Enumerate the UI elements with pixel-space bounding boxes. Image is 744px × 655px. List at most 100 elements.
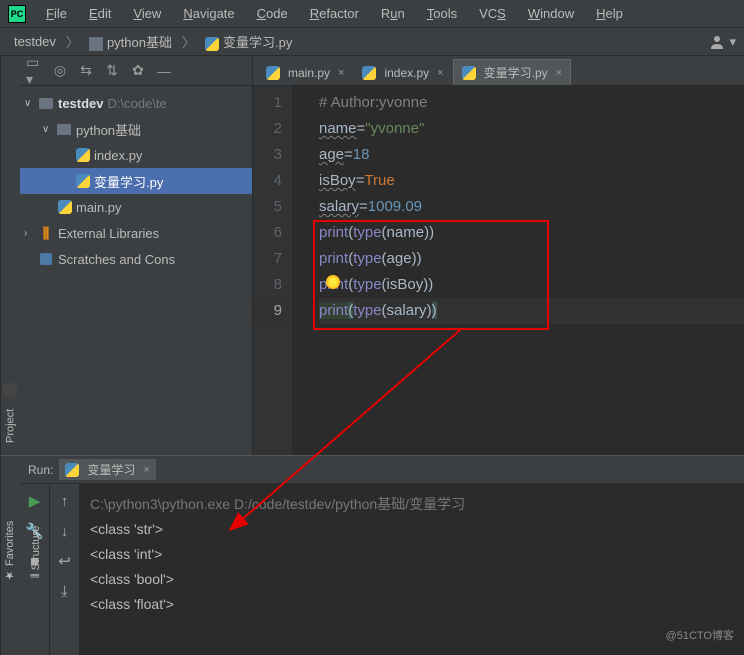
line-number: 1 — [253, 90, 282, 116]
line-number: 7 — [253, 246, 282, 272]
settings-icon[interactable]: ✿ — [130, 63, 146, 79]
close-icon[interactable]: × — [556, 67, 562, 79]
run-config-tab[interactable]: 变量学习 × — [59, 459, 155, 480]
menu-run[interactable]: Run — [371, 3, 415, 24]
menu-refactor[interactable]: Refactor — [300, 3, 369, 24]
menu-vcs[interactable]: VCS — [469, 3, 516, 24]
tree-external-libraries[interactable]: › ⫼ External Libraries — [20, 220, 252, 246]
tree-project-root[interactable]: ∨ testdev D:\code\te — [20, 90, 252, 116]
file-name: 变量学习.py — [94, 172, 163, 191]
collapse-icon[interactable]: ⇅ — [104, 63, 120, 79]
menu-tools[interactable]: Tools — [417, 3, 467, 24]
tree-folder[interactable]: ∨ python基础 — [20, 116, 252, 142]
python-file-icon — [462, 66, 476, 80]
library-icon: ⫼ — [38, 225, 54, 241]
menu-view[interactable]: View — [123, 3, 171, 24]
editor-tab-current[interactable]: 变量学习.py × — [453, 59, 571, 85]
run-button[interactable]: ▶ — [26, 492, 44, 510]
editor-tabs: main.py × index.py × 变量学习.py × — [253, 56, 744, 86]
tab-label: index.py — [384, 66, 429, 80]
expand-arrow-icon[interactable]: ∨ — [24, 98, 38, 109]
user-icon — [709, 34, 725, 50]
menu-navigate[interactable]: Navigate — [173, 3, 244, 24]
run-toolbar-secondary: ↑ ↓ ↩ ⤓ — [50, 484, 80, 655]
project-tool-tab[interactable]: Project — [3, 405, 19, 447]
python-file-icon — [205, 37, 219, 51]
breadcrumb-sep: 〉 — [182, 32, 195, 51]
python-file-icon — [65, 463, 79, 477]
tree-scratches[interactable]: Scratches and Cons — [20, 246, 252, 272]
breadcrumb-sep: 〉 — [66, 32, 79, 51]
expand-icon[interactable]: ⇆ — [78, 63, 94, 79]
menu-help[interactable]: Help — [586, 3, 633, 24]
menu-window[interactable]: Window — [518, 3, 584, 24]
menu-file[interactable]: File — [36, 3, 77, 24]
file-name: main.py — [76, 200, 122, 215]
close-icon[interactable]: × — [338, 67, 344, 79]
app-icon: PC — [8, 5, 26, 23]
intention-bulb-icon[interactable] — [326, 275, 340, 289]
tab-label: main.py — [288, 66, 330, 80]
project-strip-icon — [4, 383, 18, 397]
file-name: index.py — [94, 148, 142, 163]
favorites-tool-tab[interactable]: ★ Favorites — [1, 517, 18, 586]
tab-label: 变量学习.py — [484, 64, 548, 81]
line-number: 4 — [253, 168, 282, 194]
editor-tab-index[interactable]: index.py × — [353, 59, 452, 85]
dropdown-icon: ▾ — [729, 34, 736, 50]
view-mode-dropdown[interactable]: ▭ ▾ — [26, 63, 42, 79]
close-icon[interactable]: × — [437, 67, 443, 79]
close-icon[interactable]: × — [143, 464, 149, 476]
line-number: 6 — [253, 220, 282, 246]
structure-tool-tab[interactable]: ⫴ Structure — [28, 521, 44, 581]
menu-edit[interactable]: Edit — [79, 3, 121, 24]
run-label: Run: — [28, 463, 53, 477]
python-file-icon — [58, 200, 72, 214]
python-file-icon — [76, 174, 90, 188]
line-number: 8 — [253, 272, 282, 298]
line-gutter: 1 2 3 4 5 6 7 8 9 — [253, 86, 293, 455]
left-tool-strip: Project — [0, 56, 20, 455]
expand-arrow-icon[interactable]: › — [24, 228, 38, 239]
soft-wrap-button[interactable]: ↩ — [56, 552, 74, 570]
breadcrumb-file[interactable]: 变量学习.py — [199, 30, 298, 53]
scratch-icon — [38, 251, 54, 267]
menu-bar: PC File Edit View Navigate Code Refactor… — [0, 0, 744, 28]
breadcrumb-root[interactable]: testdev — [8, 32, 62, 51]
tree-file-index[interactable]: index.py — [20, 142, 252, 168]
run-panel: ★ Favorites ⫴ Structure Run: 变量学习 × ▶ 🔧 … — [0, 455, 744, 655]
tree-file-current[interactable]: 变量学习.py — [20, 168, 252, 194]
target-icon[interactable]: ◎ — [52, 63, 68, 79]
editor-area: main.py × index.py × 变量学习.py × 1 2 3 4 5 6 … — [253, 56, 744, 455]
python-file-icon — [266, 66, 280, 80]
ext-lib-label: External Libraries — [58, 226, 159, 241]
code-editor[interactable]: 1 2 3 4 5 6 7 8 9 # Author:yvonne name="… — [253, 86, 744, 455]
user-menu[interactable]: ▾ — [709, 34, 736, 50]
breadcrumb-folder[interactable]: python基础 — [83, 30, 178, 53]
watermark: @51CTO博客 — [666, 627, 734, 643]
folder-icon — [38, 95, 54, 111]
scratch-label: Scratches and Cons — [58, 252, 175, 267]
folder-icon — [56, 121, 72, 137]
project-panel: ▭ ▾ ◎ ⇆ ⇅ ✿ — ∨ testdev D:\code\te ∨ pyt… — [20, 56, 253, 455]
scroll-down-button[interactable]: ↓ — [56, 522, 74, 540]
tree-file-main[interactable]: main.py — [20, 194, 252, 220]
expand-arrow-icon[interactable]: ∨ — [42, 124, 56, 135]
code-content[interactable]: # Author:yvonne name="yvonne" age=18 isB… — [293, 86, 744, 455]
folder-name: python基础 — [76, 120, 141, 139]
run-header: Run: 变量学习 × — [20, 456, 744, 484]
line-number: 3 — [253, 142, 282, 168]
scroll-end-button[interactable]: ⤓ — [56, 582, 74, 600]
folder-icon — [89, 37, 103, 51]
line-number: 5 — [253, 194, 282, 220]
breadcrumb: testdev 〉 python基础 〉 变量学习.py — [8, 30, 298, 53]
python-file-icon — [76, 148, 90, 162]
editor-tab-main[interactable]: main.py × — [257, 59, 353, 85]
run-output[interactable]: C:\python3\python.exe D:/code/testdev/py… — [80, 484, 744, 655]
line-number: 2 — [253, 116, 282, 142]
menu-code[interactable]: Code — [247, 3, 298, 24]
hide-icon[interactable]: — — [156, 63, 172, 79]
scroll-up-button[interactable]: ↑ — [56, 492, 74, 510]
nav-bar: testdev 〉 python基础 〉 变量学习.py ▾ — [0, 28, 744, 56]
python-file-icon — [362, 66, 376, 80]
